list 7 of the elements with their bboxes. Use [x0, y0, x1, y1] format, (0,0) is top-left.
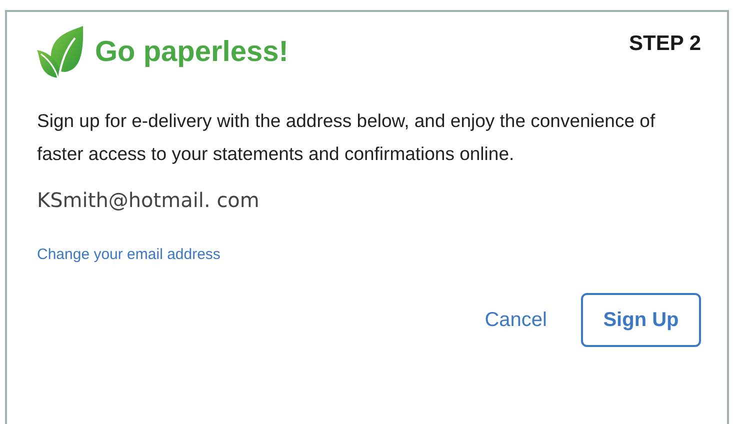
email-address: KSmith@hotmail. com [37, 188, 260, 212]
leaves-icon [37, 26, 85, 78]
message-text: Sign up for e-delivery with the address below, and enjoy the convenience of faster access to your statements and confirmations online. [37, 109, 656, 166]
dialog-title: Go paperless! [95, 36, 288, 68]
step-label: STEP 2 [629, 32, 701, 56]
change-email-link[interactable]: Change your email address [37, 246, 220, 263]
sign-up-button[interactable]: Sign Up [581, 293, 701, 347]
